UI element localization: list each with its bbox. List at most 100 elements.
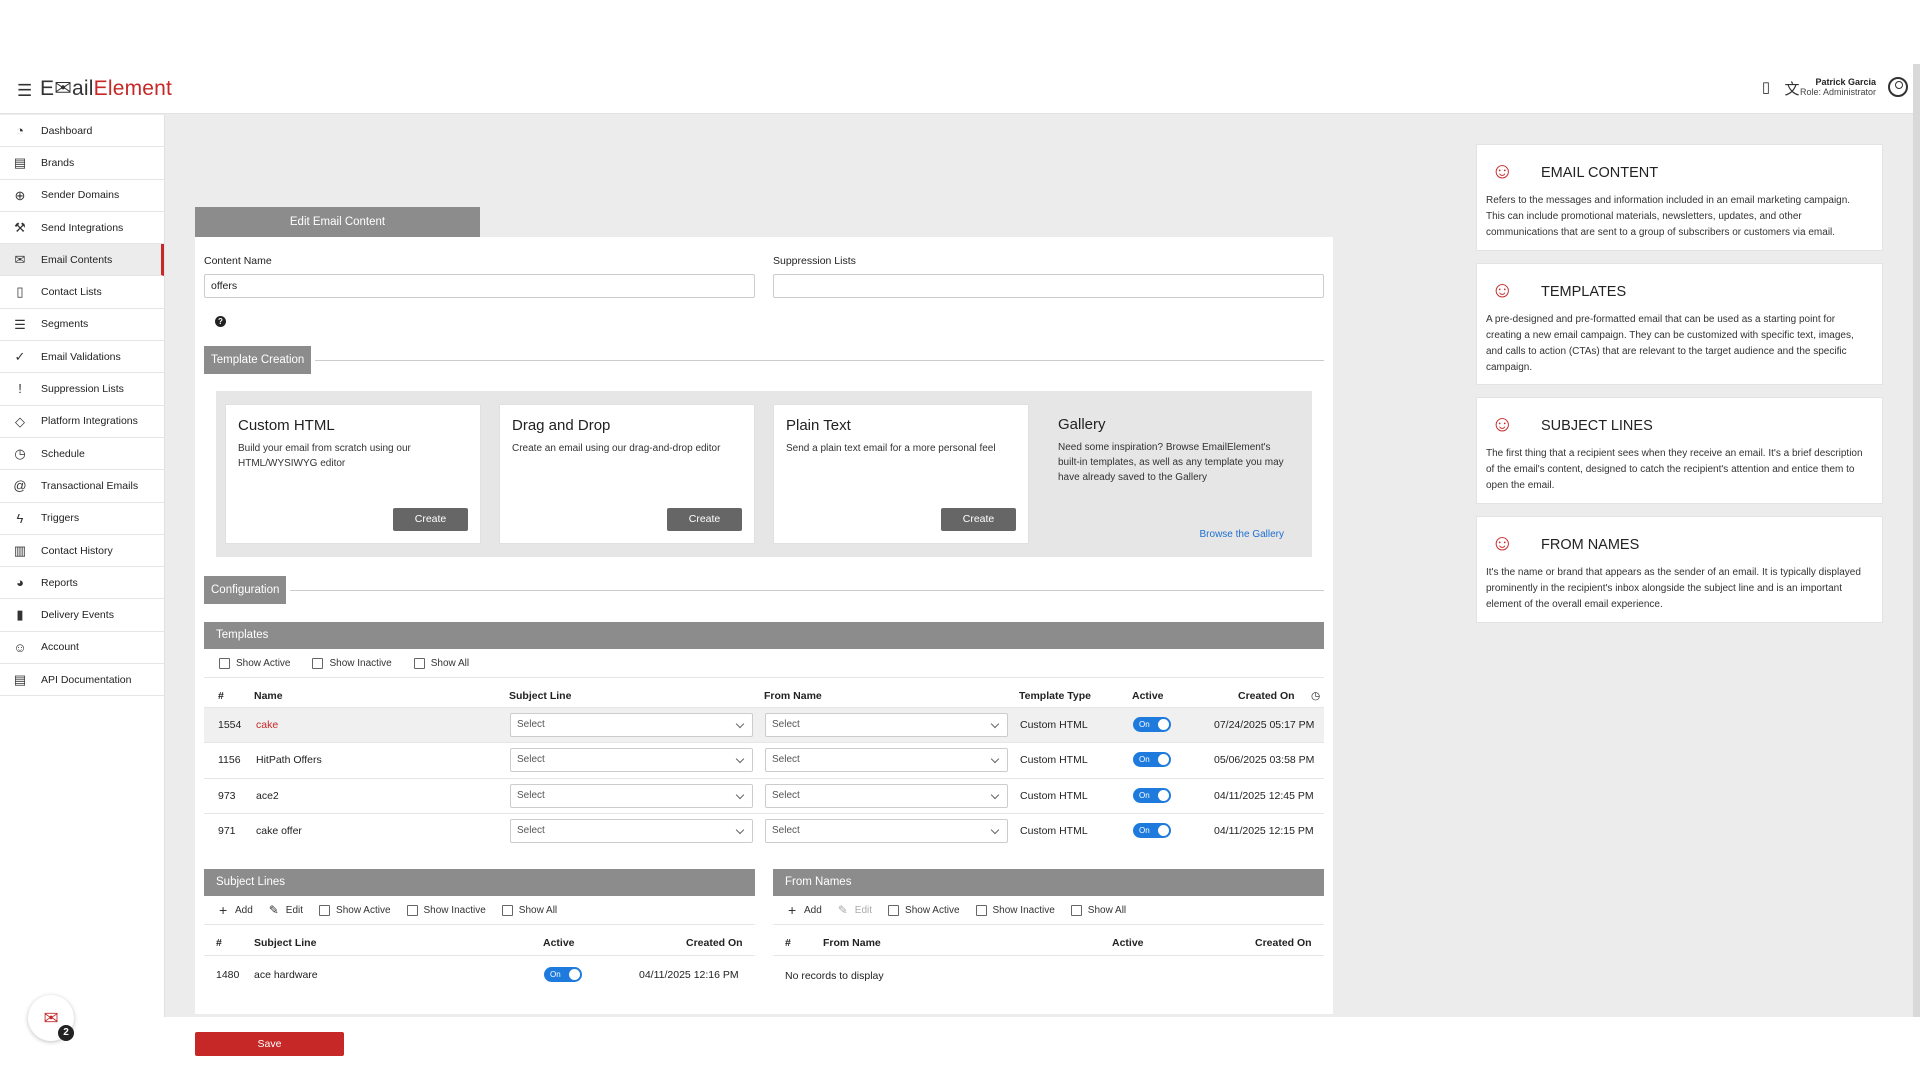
hamburger-menu-icon[interactable]: ☰ <box>17 81 32 101</box>
add-subject-button[interactable]: + Add <box>219 903 253 917</box>
notification-button[interactable]: ✉ 2 <box>28 995 74 1041</box>
sidebar-item-email-contents[interactable]: ✉ Email Contents <box>0 244 164 277</box>
template-name[interactable]: HitPath Offers <box>256 754 322 766</box>
content-name-label: Content Name <box>204 255 272 267</box>
col-id-header: # <box>218 690 224 702</box>
subject-line-select[interactable]: Select <box>510 713 753 737</box>
col-from-header[interactable]: From Name <box>764 690 822 702</box>
sidebar-item-contact-history[interactable]: ▥ Contact History <box>0 535 164 568</box>
from-name-select[interactable]: Select <box>765 713 1008 737</box>
show-active-button[interactable]: Show Active <box>319 905 391 916</box>
col-subject-header[interactable]: Subject Line <box>254 937 316 949</box>
page-scrollbar[interactable] <box>1913 64 1920 1017</box>
sidebar-item-label: Reports <box>41 576 78 589</box>
col-name-header[interactable]: Name <box>254 690 283 702</box>
template-name[interactable]: cake offer <box>256 825 302 837</box>
sidebar-item-segments[interactable]: ☰ Segments <box>0 309 164 342</box>
subject-line-select[interactable]: Select <box>510 783 753 808</box>
sidebar-item-send-integrations[interactable]: ⚒ Send Integrations <box>0 212 164 245</box>
from-name-select[interactable]: Select <box>765 783 1008 808</box>
help-icon[interactable]: ? <box>215 316 226 327</box>
create-plain-text-button[interactable]: Create <box>941 508 1016 531</box>
create-custom-html-button[interactable]: Create <box>393 508 468 531</box>
sidebar-item-platform-integrations[interactable]: ◇ Platform Integrations <box>0 406 164 438</box>
col-created-header[interactable]: Created On <box>1238 690 1295 702</box>
show-all-icon <box>413 658 425 669</box>
col-created-header[interactable]: Created On <box>1255 937 1312 949</box>
user-avatar-icon[interactable] <box>1888 77 1908 97</box>
sidebar-item-triggers[interactable]: ϟ Triggers <box>0 503 164 535</box>
sidebar-item-delivery-events[interactable]: ▮ Delivery Events <box>0 599 164 632</box>
sidebar-item-brands[interactable]: ▤ Brands <box>0 147 164 180</box>
sidebar-item-api-documentation[interactable]: ▤ API Documentation <box>0 664 164 697</box>
active-toggle[interactable]: On <box>1133 717 1171 732</box>
create-drag-and-drop-button[interactable]: Create <box>667 508 742 531</box>
show-inactive-button[interactable]: Show Inactive <box>406 905 486 916</box>
sort-clock-icon[interactable]: ◷ <box>1311 690 1320 702</box>
sidebar-item-label: Sender Domains <box>41 189 120 202</box>
col-subject-header[interactable]: Subject Line <box>509 690 571 702</box>
template-type: Custom HTML <box>1020 754 1088 767</box>
sidebar-item-label: Suppression Lists <box>41 383 124 396</box>
show-all-button[interactable]: Show All <box>501 905 557 916</box>
table-row[interactable]: 1156 HitPath Offers Select Select Custom HTM… <box>204 743 1324 777</box>
show-active-button[interactable]: Show Active <box>888 905 960 916</box>
show-inactive-button[interactable]: Show Inactive <box>975 905 1055 916</box>
active-toggle[interactable]: On <box>544 967 582 982</box>
content-name-input[interactable]: offers <box>204 274 755 298</box>
subject-line-select[interactable]: Select <box>510 818 753 843</box>
show-inactive-button[interactable]: Show Inactive <box>312 658 392 669</box>
table-row[interactable]: 1554 cake Select Select Custom HTML On 07/24/2… <box>204 708 1324 742</box>
sidebar-item-contact-lists[interactable]: ▯ Contact Lists <box>0 276 164 309</box>
template-id: 971 <box>218 824 236 837</box>
subject-line-select[interactable]: Select <box>510 748 753 773</box>
app-root: ☰ E✉ailElement ▯ 文 Patrick Garcia Role: … <box>0 64 1920 1056</box>
active-toggle[interactable]: On <box>1133 822 1171 838</box>
table-row[interactable]: 971 cake offer Select Select Custom HTML On 04… <box>204 814 1324 848</box>
templates-grid-title: Templates <box>204 622 1324 649</box>
show-all-icon <box>1070 905 1082 916</box>
col-type-header[interactable]: Template Type <box>1019 690 1091 702</box>
active-toggle[interactable]: On <box>1133 752 1171 768</box>
sidebar-item-suppression-lists[interactable]: ! Suppression Lists <box>0 373 164 406</box>
from-names-toolbar: + Add ✎ Edit Show Active Show Inactive Sho… <box>788 903 1126 917</box>
table-row[interactable]: 1480 ace hardware On 04/11/2025 12:16 PM <box>204 964 755 988</box>
edit-from-name-button[interactable]: ✎ Edit <box>838 904 872 916</box>
sidebar-item-account[interactable]: ☺ Account <box>0 632 164 665</box>
sidebar-item-transactional-emails[interactable]: @ Transactional Emails <box>0 470 164 503</box>
sidebar-item-reports[interactable]: ◕ Reports <box>0 567 164 600</box>
sidebar-item-sender-domains[interactable]: ⊕ Sender Domains <box>0 180 164 212</box>
template-name[interactable]: ace2 <box>256 790 279 802</box>
col-active-header[interactable]: Active <box>543 937 575 949</box>
col-from-name-header[interactable]: From Name <box>823 937 881 949</box>
active-toggle[interactable]: On <box>1133 787 1171 803</box>
from-name-select[interactable]: Select <box>765 748 1008 773</box>
edit-subject-button[interactable]: ✎ Edit <box>269 904 303 916</box>
save-button[interactable]: Save <box>195 1032 344 1056</box>
show-active-button[interactable]: Show Active <box>219 658 290 669</box>
table-row[interactable]: 973 ace2 Select Select Custom HTML On 04/11/20… <box>204 779 1324 813</box>
sidebar-item-schedule[interactable]: ◷ Schedule <box>0 438 164 471</box>
from-name-select[interactable]: Select <box>765 818 1008 843</box>
edit-email-content-panel: Content Name offers Suppression Lists ? … <box>195 237 1333 1014</box>
template-name[interactable]: cake <box>256 719 278 731</box>
suppression-lists-input[interactable] <box>773 274 1324 298</box>
edit-email-content-tab[interactable]: Edit Email Content <box>195 207 480 237</box>
col-created-header[interactable]: Created On <box>686 937 743 949</box>
mobile-icon[interactable]: ▯ <box>1758 78 1774 98</box>
at-icon: @ <box>13 478 27 494</box>
card-description: Create an email using our drag-and-drop … <box>512 443 721 454</box>
show-all-button[interactable]: Show All <box>1070 905 1126 916</box>
translate-icon[interactable]: 文 <box>1784 78 1800 98</box>
add-from-name-button[interactable]: + Add <box>788 903 822 917</box>
tag-icon: ◇ <box>15 413 25 429</box>
col-active-header[interactable]: Active <box>1132 690 1164 702</box>
col-active-header[interactable]: Active <box>1112 937 1144 949</box>
browse-gallery-link[interactable]: Browse the Gallery <box>1200 529 1284 540</box>
info-description: A pre-designed and pre-formatted email t… <box>1486 314 1854 373</box>
sidebar-item-dashboard[interactable]: ◔ Dashboard <box>0 115 164 148</box>
show-all-button[interactable]: Show All <box>413 658 469 669</box>
info-card-templates: ☺ TEMPLATES A pre-designed and pre-forma… <box>1476 263 1883 385</box>
template-type: Custom HTML <box>1020 789 1088 802</box>
sidebar-item-email-validations[interactable]: ✓ Email Validations <box>0 341 164 374</box>
